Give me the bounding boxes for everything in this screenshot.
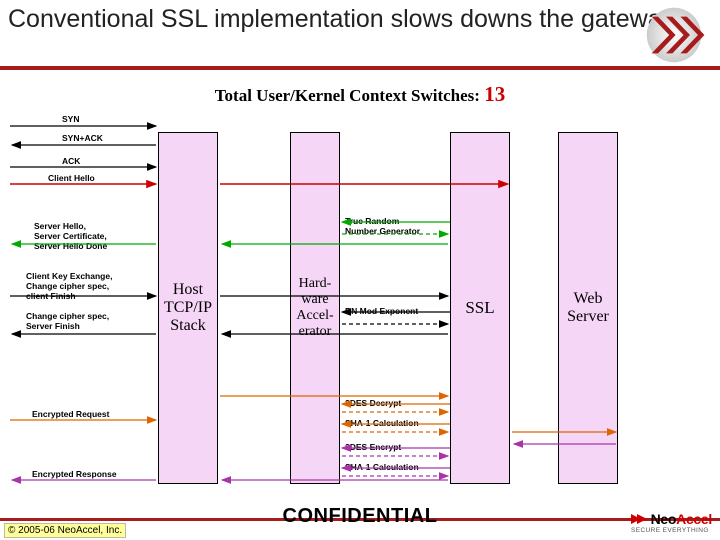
msg-client-kex: Client Key Exchange, Change cipher spec,… xyxy=(26,272,112,301)
msg-change-cipher: Change cipher spec, Server Finish xyxy=(26,312,109,332)
hw-sha1-a: SHA-1 Calculation xyxy=(345,418,419,428)
box-ssl: SSL xyxy=(450,132,510,484)
ctx-count: 13 xyxy=(484,82,505,106)
msg-client-hello: Client Hello xyxy=(48,174,95,184)
context-switch-label: Total User/Kernel Context Switches: 13 xyxy=(0,82,720,107)
brand-accel: Accel xyxy=(676,511,712,527)
title-bar: Conventional SSL implementation slows do… xyxy=(0,0,720,70)
logo: NeoAccel SECURE EVERYTHING xyxy=(631,511,712,534)
hw-bnmod: BN Mod Exponent xyxy=(345,306,418,316)
brand-neo: Neo xyxy=(651,511,677,527)
arrow-icon xyxy=(631,512,647,526)
box-host-stack: Host TCP/IP Stack xyxy=(158,132,218,484)
msg-enc-resp: Encrypted Response xyxy=(32,470,117,480)
hw-sha1-b: SHA-1 Calculation xyxy=(345,462,419,472)
ctx-text: Total User/Kernel Context Switches: xyxy=(215,86,480,105)
hw-3des-enc: 3DES Encrypt xyxy=(345,442,401,452)
hw-3des-dec: 3DES Decrypt xyxy=(345,398,401,408)
msg-syn: SYN xyxy=(62,115,79,125)
chevron-icon xyxy=(634,6,714,64)
brand-tagline: SECURE EVERYTHING xyxy=(631,527,712,534)
page-title: Conventional SSL implementation slows do… xyxy=(0,0,720,34)
msg-server-hello: Server Hello, Server Certificate, Server… xyxy=(34,222,107,251)
box-web-server: Web Server xyxy=(558,132,618,484)
hw-rng: True Random Number Generator xyxy=(345,216,420,236)
brand-text: NeoAccel xyxy=(631,511,712,527)
msg-enc-req: Encrypted Request xyxy=(32,410,109,420)
msg-ack: ACK xyxy=(62,157,80,167)
msg-synack: SYN+ACK xyxy=(62,134,103,144)
box-hw-accel: Hard- ware Accel- erator xyxy=(290,132,340,484)
copyright: © 2005-06 NeoAccel, Inc. xyxy=(4,523,126,538)
